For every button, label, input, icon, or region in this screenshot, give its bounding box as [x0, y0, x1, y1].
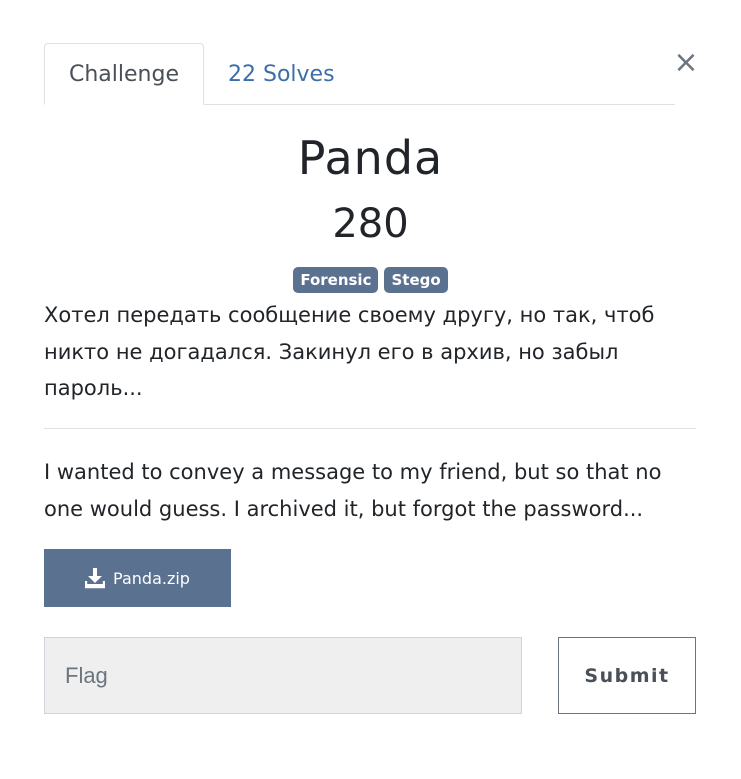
tab-bar: Challenge 22 Solves [44, 43, 675, 105]
tab-challenge[interactable]: Challenge [44, 43, 204, 105]
file-label: Panda.zip [113, 568, 190, 588]
tag-badge: Stego [384, 267, 448, 293]
download-file-button[interactable]: Panda.zip [44, 549, 231, 607]
divider [44, 428, 696, 429]
tab-solves[interactable]: 22 Solves [204, 43, 359, 105]
tag-badge: Forensic [293, 267, 379, 293]
description-en: I wanted to convey a message to my frien… [44, 460, 662, 521]
challenge-points: 280 [332, 201, 409, 247]
challenge-title: Panda [297, 131, 444, 185]
download-icon [84, 567, 106, 589]
close-icon[interactable]: × [672, 46, 700, 80]
tag-list: Forensic Stego [0, 267, 741, 293]
submit-button[interactable]: Submit [558, 637, 696, 714]
flag-input[interactable] [44, 637, 522, 714]
description-ru: Хотел передать сообщение своему другу, н… [44, 303, 655, 400]
